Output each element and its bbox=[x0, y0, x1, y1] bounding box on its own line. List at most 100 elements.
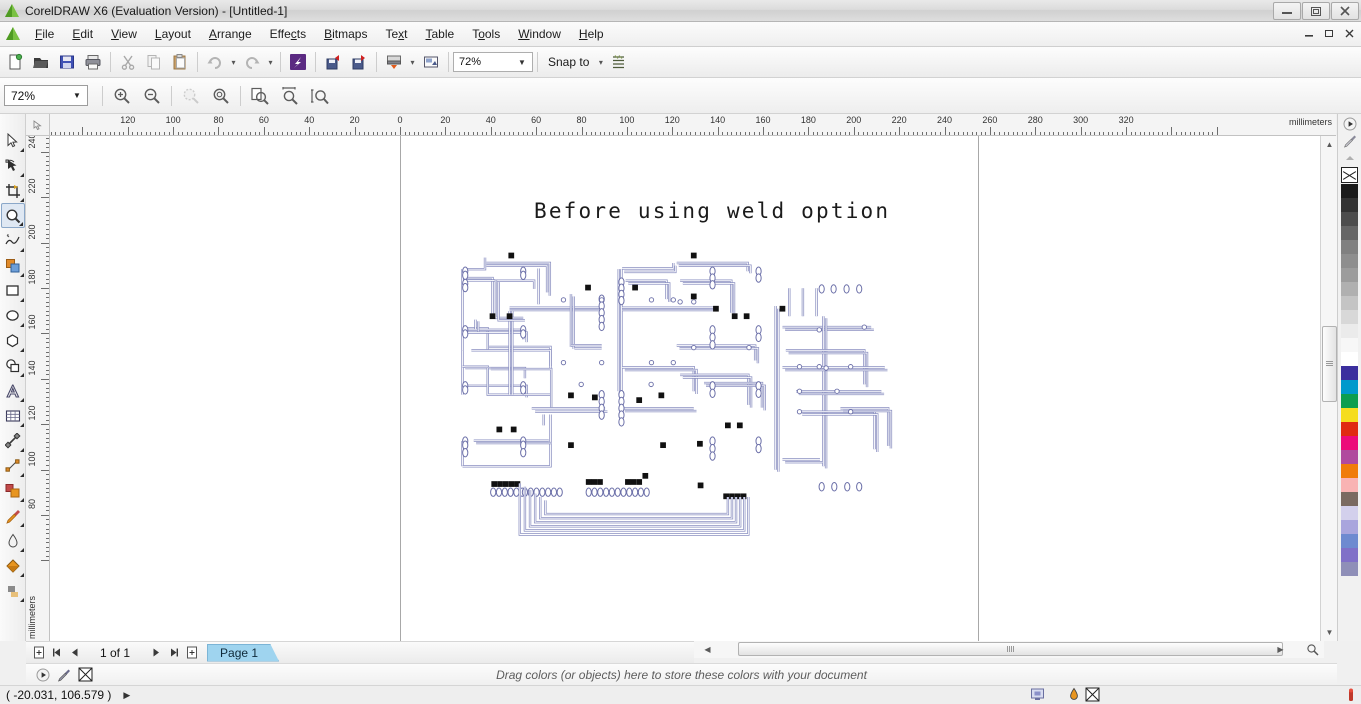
dimension-tool[interactable] bbox=[1, 428, 25, 453]
color-swatch[interactable] bbox=[1341, 198, 1358, 212]
undo-icon[interactable] bbox=[202, 49, 228, 75]
flyout-arrow[interactable] bbox=[20, 248, 24, 252]
paste-icon[interactable] bbox=[167, 49, 193, 75]
color-swatch[interactable] bbox=[1341, 310, 1358, 324]
color-swatch[interactable] bbox=[1341, 380, 1358, 394]
application-launcher-icon[interactable] bbox=[418, 49, 444, 75]
scroll-up-button[interactable]: ▲ bbox=[1321, 136, 1338, 153]
basic-shapes-tool[interactable] bbox=[1, 353, 25, 378]
color-swatch[interactable] bbox=[1341, 450, 1358, 464]
outline-tool[interactable] bbox=[1, 528, 25, 553]
drawing-title-text[interactable]: Before using weld option bbox=[534, 199, 890, 223]
color-palette[interactable] bbox=[1337, 114, 1361, 641]
chevron-down-icon[interactable]: ▼ bbox=[69, 86, 85, 105]
page-tab-page-1[interactable]: Page 1 bbox=[207, 644, 279, 662]
redo-dropdown-arrow[interactable]: ▾ bbox=[265, 49, 276, 75]
color-swatch[interactable] bbox=[1341, 282, 1358, 296]
horizontal-scroll-thumb[interactable] bbox=[738, 642, 1283, 656]
menu-help[interactable]: Help bbox=[570, 24, 613, 44]
restore-button[interactable] bbox=[1302, 2, 1330, 20]
status-expand-arrow[interactable]: ▶ bbox=[123, 690, 130, 701]
drawing-canvas[interactable]: Before using weld option bbox=[50, 136, 1320, 641]
eyedropper-icon[interactable] bbox=[55, 666, 73, 684]
zoom-out-icon[interactable] bbox=[137, 83, 167, 109]
zoom-one-shot-icon[interactable] bbox=[1304, 642, 1320, 657]
last-page-icon[interactable] bbox=[165, 644, 182, 662]
pcb-trace-artwork[interactable] bbox=[455, 248, 895, 541]
color-swatch[interactable] bbox=[1341, 212, 1358, 226]
scroll-right-button[interactable]: ▶ bbox=[1273, 641, 1288, 658]
snap-to-dropdown-arrow[interactable]: ▾ bbox=[595, 49, 606, 75]
add-page-before-icon[interactable] bbox=[30, 644, 47, 662]
zoom-level-combo[interactable]: 72% ▼ bbox=[453, 52, 533, 72]
flyout-arrow[interactable] bbox=[20, 573, 24, 577]
zoom-to-page-icon[interactable] bbox=[245, 83, 275, 109]
connector-tool[interactable] bbox=[1, 453, 25, 478]
minimize-button[interactable] bbox=[1273, 2, 1301, 20]
color-swatch[interactable] bbox=[1341, 520, 1358, 534]
color-swatch[interactable] bbox=[1341, 422, 1358, 436]
color-swatch[interactable] bbox=[1341, 548, 1358, 562]
interactive-fill-tool[interactable] bbox=[1, 578, 25, 603]
palette-scroll-up-icon[interactable] bbox=[1342, 116, 1358, 132]
color-swatch[interactable] bbox=[1341, 352, 1358, 366]
mdi-close-button[interactable] bbox=[1341, 25, 1357, 41]
mdi-minimize-button[interactable] bbox=[1301, 25, 1317, 41]
color-swatch[interactable] bbox=[1341, 240, 1358, 254]
flyout-arrow[interactable] bbox=[20, 398, 24, 402]
horizontal-ruler[interactable]: millimeters 120 100 80 60 40 20 0 20 40 60 80 100 12… bbox=[50, 114, 1336, 136]
previous-page-icon[interactable] bbox=[66, 644, 83, 662]
color-swatch[interactable] bbox=[1341, 268, 1358, 282]
flyout-arrow[interactable] bbox=[20, 323, 24, 327]
color-swatch[interactable] bbox=[1341, 184, 1358, 198]
color-swatch[interactable] bbox=[1341, 562, 1358, 576]
color-swatch[interactable] bbox=[1341, 296, 1358, 310]
freehand-tool[interactable] bbox=[1, 228, 25, 253]
vertical-ruler[interactable]: millimeters 240 220 200 180 160 140 120 100 80 bbox=[26, 136, 50, 641]
shape-tool[interactable] bbox=[1, 153, 25, 178]
status-resize-grip[interactable] bbox=[1344, 688, 1358, 704]
add-page-after-icon[interactable] bbox=[183, 644, 200, 662]
menu-text[interactable]: Text bbox=[376, 24, 416, 44]
mdi-restore-button[interactable] bbox=[1321, 25, 1337, 41]
color-swatch[interactable] bbox=[1341, 226, 1358, 240]
outline-none-icon[interactable] bbox=[1085, 687, 1100, 704]
menu-file[interactable]: File bbox=[26, 24, 63, 44]
flyout-arrow[interactable] bbox=[20, 148, 24, 152]
palette-eyedropper-icon[interactable] bbox=[1342, 133, 1358, 149]
redo-icon[interactable] bbox=[239, 49, 265, 75]
options-icon[interactable] bbox=[606, 49, 632, 75]
flyout-arrow[interactable] bbox=[20, 423, 24, 427]
flyout-arrow[interactable] bbox=[19, 222, 23, 226]
fill-tool[interactable] bbox=[1, 553, 25, 578]
flyout-arrow[interactable] bbox=[20, 498, 24, 502]
menu-edit[interactable]: Edit bbox=[63, 24, 102, 44]
vertical-scrollbar[interactable]: ▲ ▼ bbox=[1320, 136, 1337, 641]
menu-view[interactable]: View bbox=[102, 24, 146, 44]
crop-tool[interactable] bbox=[1, 178, 25, 203]
smart-fill-tool[interactable] bbox=[1, 253, 25, 278]
zoom-to-page-height-icon[interactable] bbox=[305, 83, 335, 109]
no-color-icon[interactable] bbox=[76, 666, 94, 684]
color-swatch[interactable] bbox=[1341, 492, 1358, 506]
zoom-to-page-width-icon[interactable] bbox=[275, 83, 305, 109]
menu-arrange[interactable]: Arrange bbox=[200, 24, 261, 44]
fill-color-icon[interactable] bbox=[1067, 687, 1081, 704]
color-swatch[interactable] bbox=[1341, 478, 1358, 492]
color-swatch[interactable] bbox=[1341, 366, 1358, 380]
publish-dropdown-arrow[interactable]: ▾ bbox=[407, 49, 418, 75]
next-page-icon[interactable] bbox=[147, 644, 164, 662]
zoom-in-icon[interactable] bbox=[107, 83, 137, 109]
flyout-arrow[interactable] bbox=[20, 448, 24, 452]
zoom-percent-combo[interactable]: 72% ▼ bbox=[4, 85, 88, 106]
color-swatch[interactable] bbox=[1341, 324, 1358, 338]
color-swatch[interactable] bbox=[1341, 394, 1358, 408]
color-swatch[interactable] bbox=[1341, 506, 1358, 520]
color-swatch[interactable] bbox=[1341, 338, 1358, 352]
zoom-tool[interactable] bbox=[1, 203, 25, 228]
snap-to-label[interactable]: Snap to bbox=[542, 55, 595, 69]
flyout-arrow[interactable] bbox=[20, 298, 24, 302]
monitor-color-proof-icon[interactable] bbox=[1030, 687, 1045, 704]
menu-layout[interactable]: Layout bbox=[146, 24, 200, 44]
flyout-arrow[interactable] bbox=[20, 373, 24, 377]
